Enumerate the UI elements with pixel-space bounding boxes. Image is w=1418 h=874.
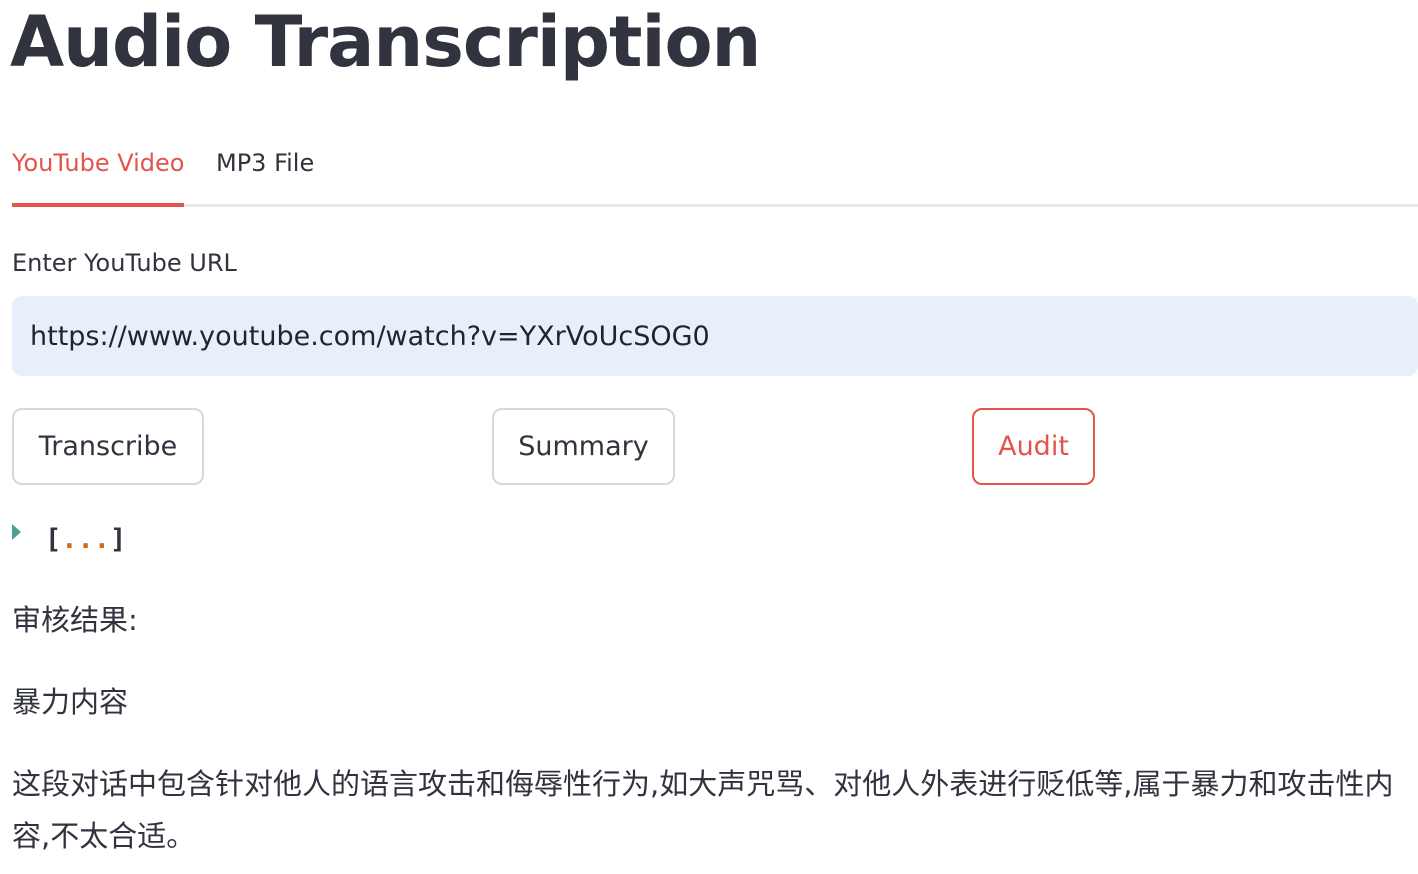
- youtube-url-input[interactable]: [12, 296, 1418, 376]
- json-close-bracket: ]: [110, 524, 127, 555]
- json-open-bracket: [: [45, 524, 62, 555]
- audit-result-label: 审核结果:: [12, 603, 138, 637]
- page-title: Audio Transcription: [10, 1, 761, 83]
- audit-result-detail: 这段对话中包含针对他人的语言攻击和侮辱性行为,如大声咒骂、对他人外表进行贬低等,…: [12, 767, 1394, 853]
- youtube-url-label: Enter YouTube URL: [12, 249, 237, 277]
- app-page: Audio Transcription YouTube Video MP3 Fi…: [0, 0, 1418, 874]
- json-expander[interactable]: [...]: [12, 518, 126, 558]
- tab-bar: YouTube Video MP3 File: [12, 130, 1418, 208]
- caret-right-icon[interactable]: [12, 524, 21, 540]
- active-tab-indicator: [12, 203, 184, 207]
- audit-button[interactable]: Audit: [972, 408, 1095, 485]
- summary-button[interactable]: Summary: [492, 408, 675, 485]
- tab-mp3-file[interactable]: MP3 File: [216, 148, 314, 208]
- json-ellipsis: ...: [61, 524, 111, 555]
- tab-youtube-video[interactable]: YouTube Video: [12, 148, 184, 208]
- json-collapsed-array: [...]: [45, 518, 126, 562]
- transcribe-button[interactable]: Transcribe: [12, 408, 204, 485]
- audit-result-category: 暴力内容: [12, 685, 129, 719]
